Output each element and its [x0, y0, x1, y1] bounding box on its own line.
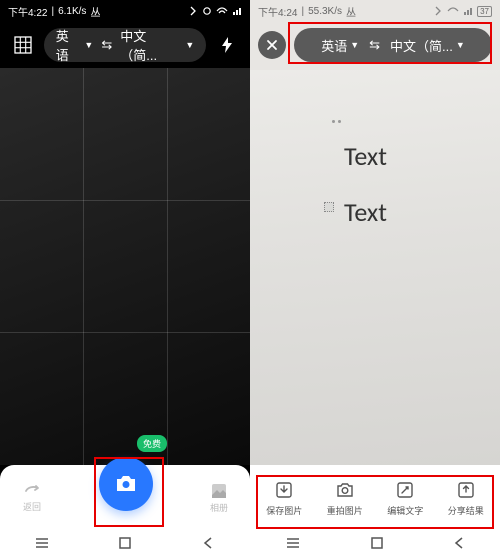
result-content[interactable]: Text Text: [250, 70, 500, 465]
camera-icon: [335, 480, 355, 500]
shutter-button[interactable]: 免费: [99, 457, 153, 511]
target-language[interactable]: 中文（简... ▼: [390, 36, 465, 55]
chevron-down-icon: ▼: [185, 40, 194, 50]
edit-icon: [395, 480, 415, 500]
share-icon: [456, 480, 476, 500]
source-language[interactable]: 英语 ▼: [56, 26, 94, 64]
result-actions-bar: 保存图片 重拍图片 编辑文字 分享结果: [250, 465, 500, 531]
nav-home[interactable]: [371, 537, 383, 549]
nav-menu[interactable]: [286, 537, 300, 549]
grid-toggle-button[interactable]: [8, 30, 38, 60]
status-speed: 55.3K/s: [308, 6, 342, 17]
camera-viewfinder[interactable]: [0, 68, 250, 465]
swap-icon[interactable]: ⇆: [101, 37, 112, 53]
grid-line: [167, 68, 168, 465]
shutter-wrap: 免费: [99, 471, 153, 525]
nav-menu[interactable]: [34, 535, 50, 551]
camera-top-bar: 英语 ▼ ⇆ 中文（简... ▼: [0, 22, 250, 68]
status-time: 下午4:24: [258, 4, 297, 19]
free-badge: 免费: [137, 435, 167, 452]
grid-line: [83, 68, 84, 465]
status-bar: 下午4:24 | 55.3K/s 丛 37: [250, 0, 500, 22]
nav-back[interactable]: [200, 535, 216, 551]
share-result-button[interactable]: 分享结果: [448, 480, 484, 517]
marker-icon: [332, 120, 342, 124]
system-nav-bar: [0, 531, 250, 555]
detected-text: Text: [344, 196, 387, 228]
selection-handle-icon[interactable]: [324, 202, 334, 212]
chevron-down-icon: ▼: [84, 40, 93, 50]
status-icons: 37: [433, 0, 492, 22]
chevron-down-icon: ▼: [456, 40, 465, 50]
left-screenshot: 下午4:22 | 6.1K/s 丛 英语 ▼ ⇆ 中文（简... ▼: [0, 0, 250, 555]
status-time: 下午4:22: [8, 4, 47, 19]
grid-line: [0, 332, 250, 333]
right-screenshot: 下午4:24 | 55.3K/s 丛 37 英语 ▼ ⇆ 中文（简... ▼: [250, 0, 500, 555]
detected-text: Text: [344, 140, 387, 172]
result-top-bar: 英语 ▼ ⇆ 中文（简... ▼: [250, 22, 500, 68]
camera-bottom-bar: 返回 免费 相册: [0, 465, 250, 531]
target-language[interactable]: 中文（简... ▼: [120, 26, 194, 64]
gallery-button[interactable]: 相册: [210, 482, 228, 514]
grid-line: [0, 200, 250, 201]
status-speed: 6.1K/s: [58, 6, 86, 17]
nav-back[interactable]: [454, 537, 464, 549]
close-button[interactable]: [258, 31, 286, 59]
nav-home[interactable]: [117, 535, 133, 551]
chevron-down-icon: ▼: [350, 40, 359, 50]
recapture-button[interactable]: 重拍图片: [327, 480, 363, 517]
save-icon: [274, 480, 294, 500]
source-language[interactable]: 英语 ▼: [321, 36, 359, 55]
language-selector[interactable]: 英语 ▼ ⇆ 中文（简... ▼: [44, 28, 206, 62]
status-bar: 下午4:22 | 6.1K/s 丛: [0, 0, 250, 22]
back-button[interactable]: 返回: [22, 483, 42, 513]
status-icons: [188, 6, 242, 16]
edit-text-button[interactable]: 编辑文字: [387, 480, 423, 517]
language-selector[interactable]: 英语 ▼ ⇆ 中文（简... ▼: [294, 28, 492, 62]
swap-icon[interactable]: ⇆: [369, 37, 380, 53]
flash-button[interactable]: [212, 36, 242, 54]
system-nav-bar: [250, 531, 500, 555]
save-image-button[interactable]: 保存图片: [266, 480, 302, 517]
